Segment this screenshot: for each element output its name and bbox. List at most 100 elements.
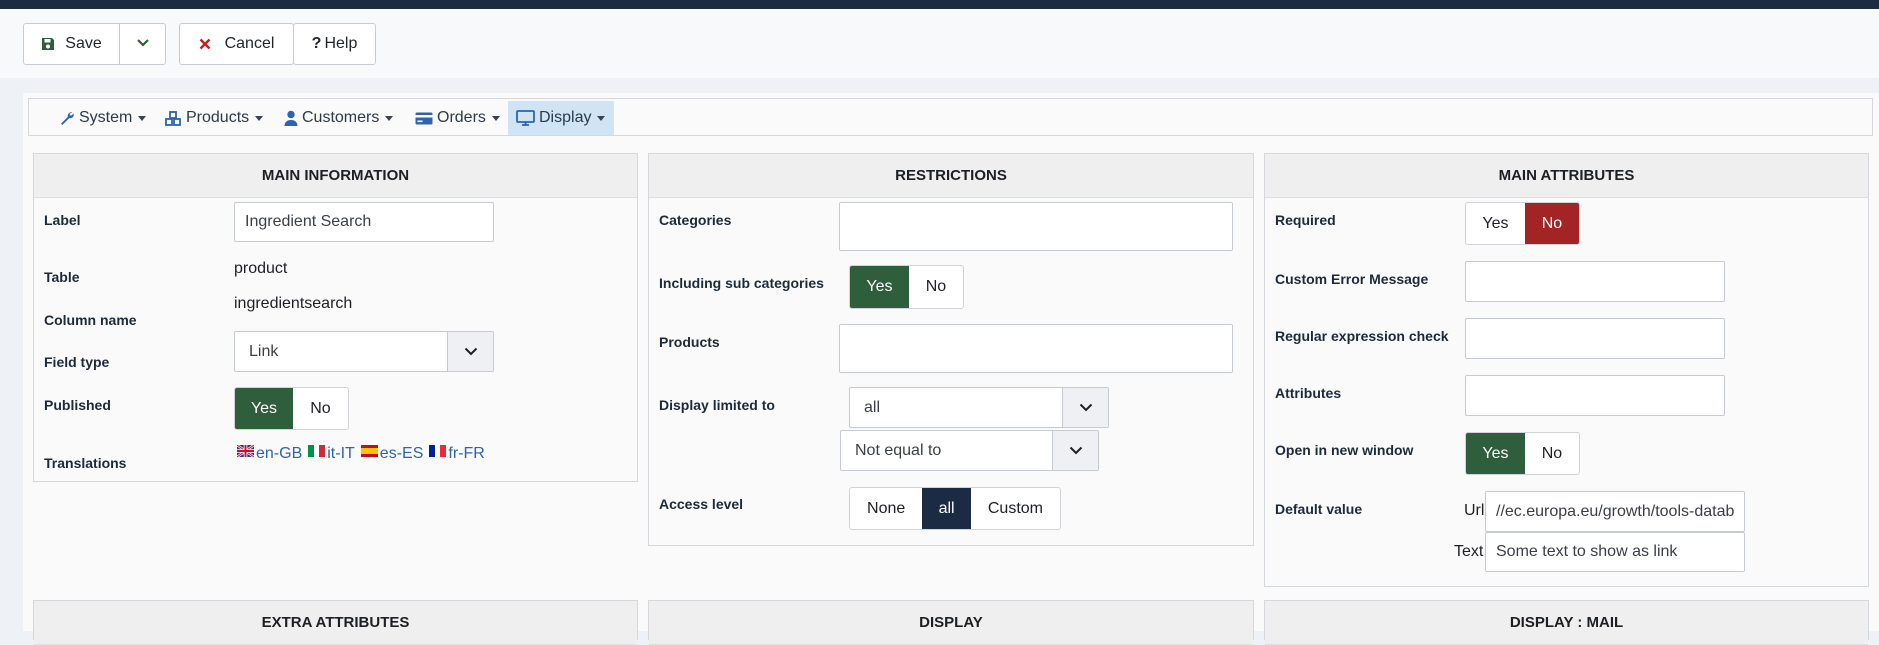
- open-new-window-no-option[interactable]: No: [1525, 433, 1579, 474]
- field-type-select[interactable]: Link: [234, 331, 494, 372]
- france-flag-icon: [429, 444, 447, 457]
- attributes-input[interactable]: [1465, 375, 1725, 416]
- products-input[interactable]: [839, 324, 1233, 373]
- help-label: Help: [324, 35, 358, 52]
- open-new-window-label: Open in new window: [1275, 442, 1414, 458]
- default-url-input[interactable]: //ec.europa.eu/growth/tools-datab: [1485, 491, 1745, 532]
- menu-item-system[interactable]: System: [59, 101, 147, 135]
- sub-categories-no-option[interactable]: No: [909, 266, 963, 308]
- chevron-down-icon: [1062, 388, 1108, 427]
- column-name-value: ingredientsearch: [234, 295, 353, 312]
- published-yes-option[interactable]: Yes: [235, 388, 293, 429]
- user-icon: [284, 110, 298, 126]
- panel-title: EXTRA ATTRIBUTES: [34, 601, 637, 645]
- monitor-icon: [516, 110, 535, 126]
- menu-item-customers-label: Customers: [302, 109, 380, 126]
- extra-attributes-panel: EXTRA ATTRIBUTES: [33, 600, 638, 645]
- field-menu-bar: System Products Customers Orders Display: [28, 98, 1873, 136]
- including-sub-categories-label: Including sub categories: [659, 275, 824, 291]
- required-no-option[interactable]: No: [1524, 203, 1579, 244]
- translation-label: en-GB: [256, 445, 303, 462]
- translation-label: fr-FR: [448, 445, 485, 462]
- menu-item-products[interactable]: Products: [165, 101, 264, 135]
- panel-title: DISPLAY: [649, 601, 1253, 645]
- open-new-window-yes-option[interactable]: Yes: [1466, 433, 1525, 474]
- panel-title: DISPLAY : MAIL: [1265, 601, 1868, 645]
- sub-categories-toggle: Yes No: [849, 265, 964, 309]
- caret-down-icon: [138, 115, 147, 121]
- panel-title: MAIN INFORMATION: [34, 154, 637, 198]
- products-label: Products: [659, 334, 720, 350]
- regex-check-label: Regular expression check: [1275, 328, 1449, 344]
- display-mail-panel: DISPLAY : MAIL: [1264, 600, 1869, 645]
- access-none-option[interactable]: None: [850, 488, 922, 529]
- menu-item-orders[interactable]: Orders: [415, 101, 500, 135]
- label-input[interactable]: Ingredient Search: [234, 202, 494, 242]
- access-all-option[interactable]: all: [922, 488, 971, 529]
- published-label: Published: [44, 397, 111, 413]
- column-name-label: Column name: [44, 312, 137, 328]
- display-limited-to-label: Display limited to: [659, 397, 775, 413]
- required-label: Required: [1275, 212, 1336, 228]
- uk-flag-icon: [236, 444, 255, 458]
- save-button[interactable]: Save: [23, 23, 120, 65]
- caret-down-icon: [385, 115, 394, 121]
- chevron-down-icon: [1052, 431, 1098, 470]
- translations-label: Translations: [44, 455, 127, 471]
- table-value: product: [234, 260, 288, 277]
- display-limited-operator-value: Not equal to: [855, 441, 942, 459]
- cancel-button[interactable]: Cancel: [179, 23, 294, 65]
- regex-check-input[interactable]: [1465, 318, 1725, 359]
- published-no-option[interactable]: No: [293, 388, 348, 429]
- close-icon: [199, 38, 211, 50]
- display-limited-to-select[interactable]: all: [849, 387, 1109, 428]
- text-label: Text: [1454, 543, 1484, 560]
- save-options-dropdown-button[interactable]: [119, 23, 166, 65]
- chevron-down-icon: [136, 35, 150, 53]
- menu-item-orders-label: Orders: [437, 109, 486, 126]
- save-label: Save: [65, 35, 102, 52]
- access-level-label: Access level: [659, 496, 744, 512]
- menu-item-products-label: Products: [186, 109, 250, 126]
- categories-label: Categories: [659, 212, 732, 228]
- display-panel: DISPLAY: [648, 600, 1254, 645]
- caret-down-icon: [491, 115, 500, 121]
- panel-title: MAIN ATTRIBUTES: [1265, 154, 1868, 198]
- menu-item-system-label: System: [79, 109, 133, 126]
- cubes-icon: [165, 110, 182, 126]
- question-mark-icon: ?: [311, 35, 322, 52]
- menu-item-display[interactable]: Display: [508, 101, 614, 135]
- custom-error-message-label: Custom Error Message: [1275, 271, 1429, 287]
- sub-categories-yes-option[interactable]: Yes: [850, 266, 909, 308]
- menu-item-customers[interactable]: Customers: [284, 101, 394, 135]
- help-button[interactable]: ? Help: [293, 23, 376, 65]
- default-value-label: Default value: [1275, 501, 1363, 517]
- italy-flag-icon: [308, 444, 326, 457]
- open-new-window-toggle: Yes No: [1465, 432, 1580, 475]
- translation-label: es-ES: [379, 445, 424, 462]
- access-level-toggle: None all Custom: [849, 487, 1061, 530]
- cancel-label: Cancel: [224, 35, 275, 52]
- custom-error-message-input[interactable]: [1465, 261, 1725, 302]
- attributes-label: Attributes: [1275, 385, 1342, 401]
- caret-down-icon: [255, 115, 264, 121]
- published-toggle: Yes No: [234, 387, 349, 430]
- translation-link-en-gb[interactable]: en-GB: [236, 444, 303, 463]
- default-text-input[interactable]: Some text to show as link: [1485, 532, 1745, 572]
- access-custom-option[interactable]: Custom: [971, 488, 1060, 529]
- required-toggle: Yes No: [1465, 202, 1580, 245]
- required-yes-option[interactable]: Yes: [1466, 203, 1525, 244]
- top-header-bar: [0, 0, 1879, 9]
- translation-link-es-es[interactable]: es-ES: [360, 444, 424, 463]
- translation-link-fr-fr[interactable]: fr-FR: [429, 444, 485, 463]
- field-type-label: Field type: [44, 354, 110, 370]
- credit-card-icon: [415, 112, 433, 125]
- translation-link-it-it[interactable]: it-IT: [308, 445, 355, 463]
- display-limited-operator-select[interactable]: Not equal to: [840, 430, 1099, 471]
- menu-item-display-label: Display: [539, 109, 592, 126]
- toolbar: Save Cancel ? Help: [0, 9, 1879, 78]
- categories-input[interactable]: [839, 202, 1233, 251]
- url-label: Url: [1464, 502, 1485, 519]
- spain-flag-icon: [360, 444, 378, 457]
- wrench-icon: [59, 110, 75, 126]
